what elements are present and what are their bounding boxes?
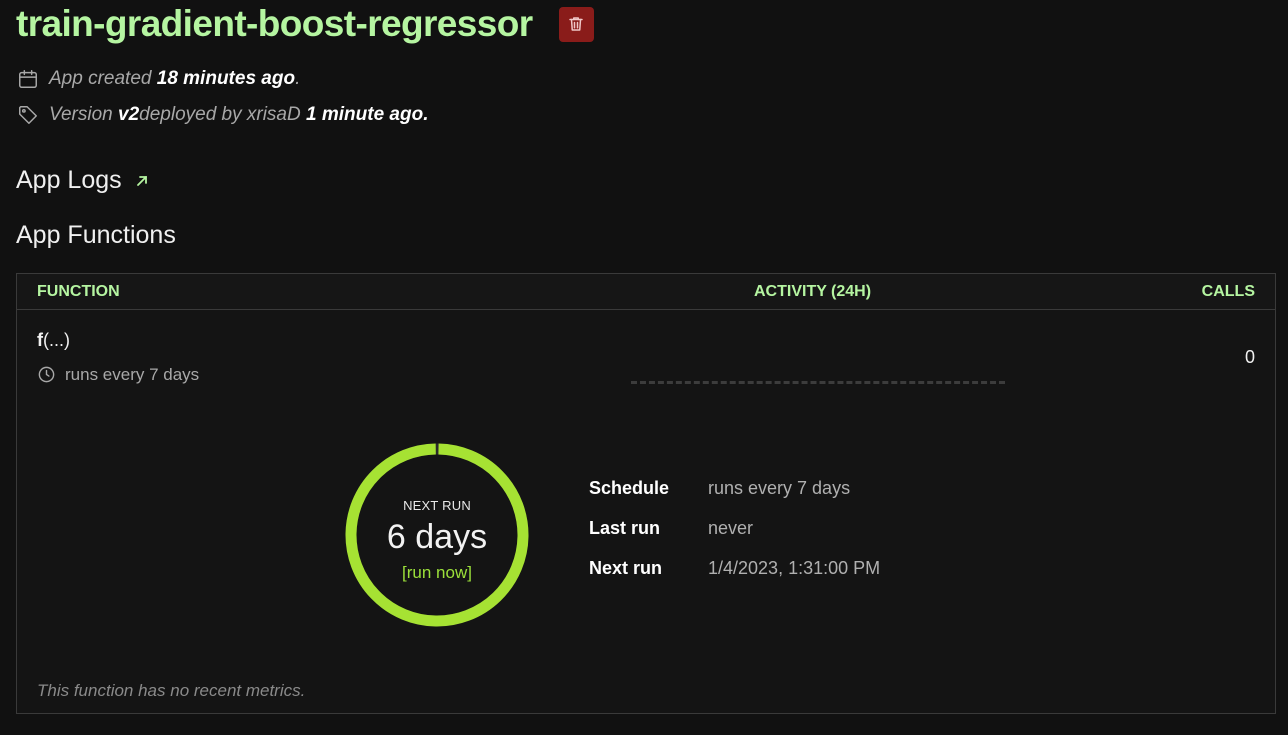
app-logs-label: App Logs <box>16 166 122 194</box>
next-run-content: NEXT RUN 6 days [run now] <box>344 442 530 628</box>
header-activity: ACTIVITY (24H) <box>754 283 872 300</box>
next-run-ring: NEXT RUN 6 days [run now] <box>344 442 530 628</box>
next-run-value: 6 days <box>386 518 488 556</box>
tag-icon <box>16 103 40 127</box>
app-functions-heading: App Functions <box>16 221 176 249</box>
trash-icon <box>569 17 583 31</box>
function-schedule-text: runs every 7 days <box>65 365 200 384</box>
deployed-time: 1 minute ago. <box>306 104 429 125</box>
next-run-label: NEXT RUN <box>403 498 471 513</box>
no-metrics-message: This function has no recent metrics. <box>37 681 306 700</box>
detail-value: never <box>708 518 754 538</box>
app-created-info: App created 18 minutes ago. <box>16 67 300 91</box>
function-schedule: runs every 7 days <box>37 365 199 385</box>
app-version-info: Version v2 deployed by xrisaD 1 minute a… <box>16 103 428 127</box>
calendar-icon <box>16 67 40 91</box>
app-header: train-gradient-boost-regressor <box>16 2 594 46</box>
schedule-details: Schedule runs every 7 days Last run neve… <box>589 478 880 598</box>
detail-label: Schedule <box>589 478 670 498</box>
clock-icon <box>37 365 57 385</box>
arrow-up-right-icon <box>134 173 150 189</box>
detail-row-schedule: Schedule runs every 7 days <box>589 478 880 518</box>
detail-label: Next run <box>589 558 663 578</box>
header-calls: CALLS <box>1201 283 1255 300</box>
version-number: v2 <box>118 104 140 125</box>
detail-row-next-run: Next run 1/4/2023, 1:31:00 PM <box>589 558 880 598</box>
detail-label: Last run <box>589 518 661 538</box>
run-now-link[interactable]: [run now] <box>344 563 530 583</box>
header-function: FUNCTION <box>37 283 120 300</box>
app-logs-link[interactable]: App Logs <box>16 166 150 195</box>
created-time: 18 minutes ago <box>156 68 296 89</box>
app-title: train-gradient-boost-regressor <box>16 3 533 44</box>
activity-sparkline-empty <box>631 381 1005 384</box>
function-name[interactable]: f(...) <box>37 330 70 351</box>
function-name-args: (...) <box>43 330 70 350</box>
detail-value: runs every 7 days <box>708 478 851 498</box>
created-suffix: . <box>295 68 301 89</box>
detail-value: 1/4/2023, 1:31:00 PM <box>708 558 881 578</box>
deployed-by-text: deployed by xrisaD <box>139 104 301 125</box>
delete-app-button[interactable] <box>558 6 594 42</box>
calls-count: 0 <box>1244 347 1255 367</box>
functions-table: FUNCTION ACTIVITY (24H) CALLS f(...) run… <box>16 273 1276 714</box>
table-header: FUNCTION ACTIVITY (24H) CALLS <box>17 274 1275 310</box>
version-prefix: Version <box>49 104 113 125</box>
detail-row-last-run: Last run never <box>589 518 880 558</box>
created-prefix: App created <box>49 68 152 89</box>
